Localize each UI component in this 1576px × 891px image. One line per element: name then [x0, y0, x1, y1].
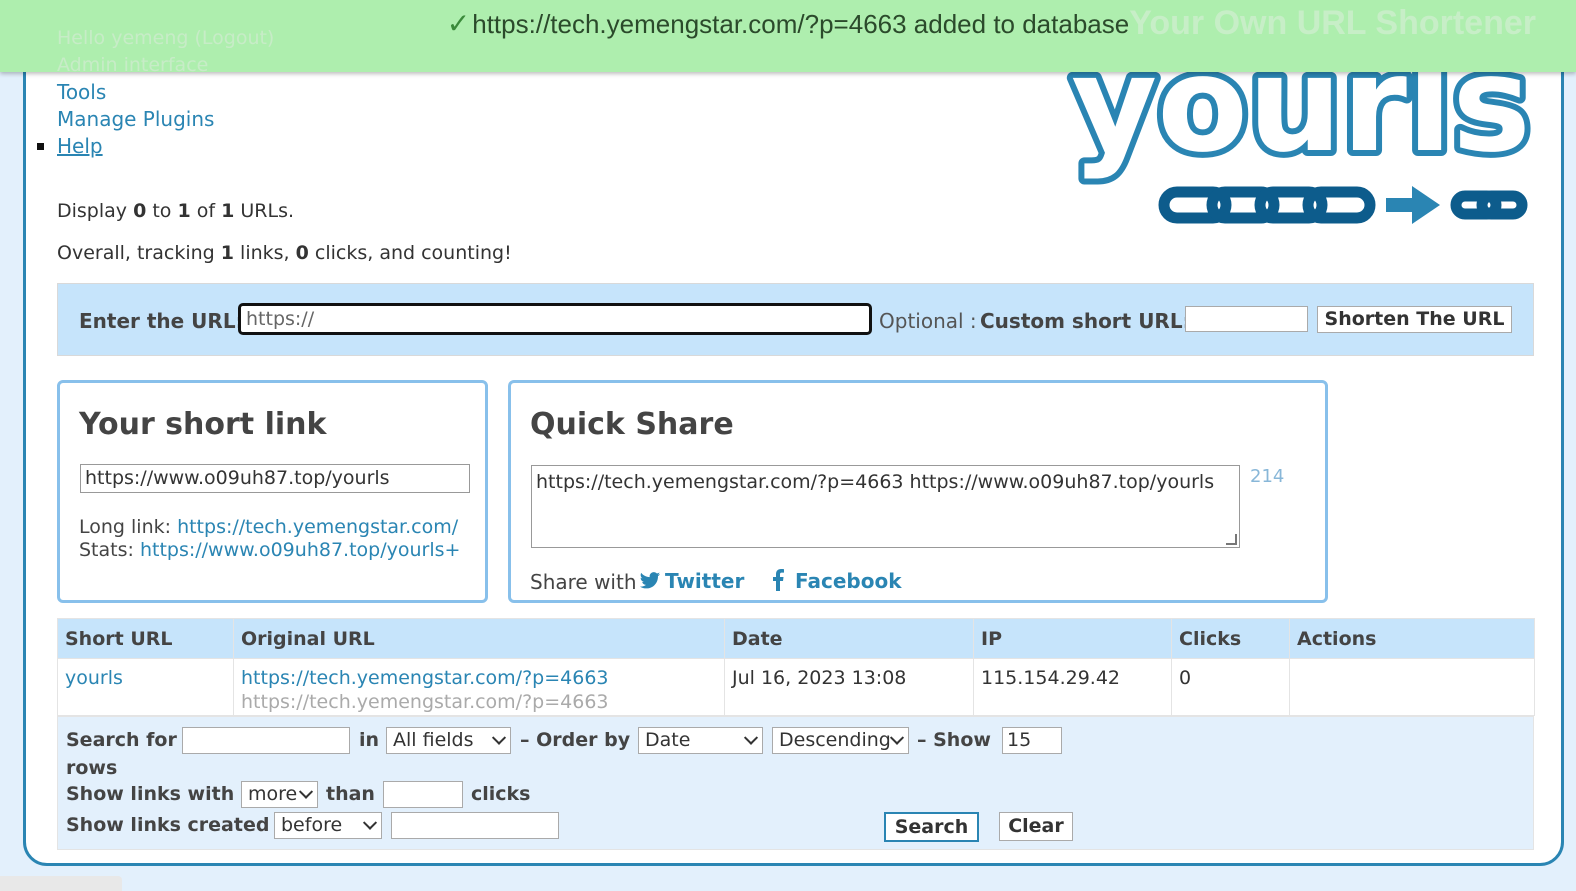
col-original-url[interactable]: Original URL	[233, 618, 725, 659]
col-ip[interactable]: IP	[973, 618, 1172, 659]
custom-short-url-label: Custom short URL:	[980, 309, 1191, 333]
click-compare-select[interactable]: more	[241, 781, 318, 808]
page-title: Your Own URL Shortener	[1129, 4, 1536, 42]
order-direction-select[interactable]: Descending	[772, 727, 909, 754]
show-links-with-label: Show links with	[66, 783, 235, 805]
short-url-field[interactable]: https://www.o09uh87.top/yourls	[80, 464, 470, 493]
show-links-created-label: Show links created	[66, 814, 270, 836]
quick-share-title: Quick Share	[530, 407, 734, 442]
show-label: – Show	[917, 729, 991, 751]
display-summary: Display 0 to 1 of 1 URLs.	[57, 200, 295, 222]
long-link-line: Long link: https://tech.yemengstar.com/	[79, 516, 459, 538]
short-link-title: Your short link	[79, 407, 327, 442]
twitter-icon	[639, 572, 661, 589]
short-link-panel: Your short link https://www.o09uh87.top/…	[57, 380, 488, 603]
ip-cell: 115.154.29.42	[973, 658, 1172, 716]
clicks-cell: 0	[1171, 658, 1290, 716]
admin-interface-link[interactable]: Admin interface	[57, 54, 208, 76]
status-bar	[0, 876, 122, 891]
col-date[interactable]: Date	[724, 618, 974, 659]
user-greeting[interactable]: Hello yemeng (Logout)	[57, 27, 274, 49]
nav-tools[interactable]: Tools	[57, 80, 106, 104]
clear-button[interactable]: Clear	[999, 812, 1073, 841]
long-link[interactable]: https://tech.yemengstar.com/	[177, 516, 458, 538]
col-actions: Actions	[1289, 618, 1535, 659]
search-field-select[interactable]: All fields	[386, 727, 511, 754]
stats-line: Stats: https://www.o09uh87.top/yourls+	[79, 539, 461, 561]
order-by-select[interactable]: Date	[638, 727, 763, 754]
char-counter: 214	[1250, 466, 1285, 487]
share-textarea[interactable]: https://tech.yemengstar.com/?p=4663 http…	[531, 465, 1240, 548]
actions-cell	[1289, 658, 1535, 716]
chevron-down-icon	[491, 730, 507, 745]
chevron-down-icon	[743, 730, 759, 745]
facebook-icon	[773, 569, 784, 591]
nav-help[interactable]: Help	[57, 134, 103, 158]
url-table: Short URL Original URL Date IP Clicks Ac…	[57, 618, 1535, 716]
search-button[interactable]: Search	[884, 812, 979, 842]
search-for-label: Search for	[66, 729, 177, 751]
overall-summary: Overall, tracking 1 links, 0 clicks, and…	[57, 242, 512, 264]
url-input[interactable]	[238, 303, 872, 335]
bullet-icon	[37, 143, 44, 150]
enter-url-label: Enter the URL:	[79, 309, 244, 333]
table-header-row: Short URL Original URL Date IP Clicks Ac…	[57, 618, 1535, 659]
table-row: yourls https://tech.yemengstar.com/?p=46…	[57, 658, 1535, 716]
col-short-url[interactable]: Short URL	[57, 618, 234, 659]
col-clicks[interactable]: Clicks	[1171, 618, 1290, 659]
show-count-input[interactable]: 15	[1002, 727, 1062, 754]
arrow-icon	[1386, 186, 1440, 224]
quick-share-panel: Quick Share https://tech.yemengstar.com/…	[508, 380, 1328, 603]
optional-label: Optional :	[879, 309, 977, 333]
search-text-input[interactable]	[182, 727, 350, 754]
chevron-down-icon	[362, 815, 378, 830]
chain-icon	[1158, 186, 1528, 224]
clicks-label: clicks	[471, 783, 531, 805]
short-url-link[interactable]: yourls	[65, 667, 123, 689]
clicks-count-input[interactable]	[383, 781, 463, 808]
notice-message: https://tech.yemengstar.com/?p=4663 adde…	[472, 9, 1130, 39]
rows-label: rows	[66, 757, 118, 779]
chevron-down-icon	[889, 730, 905, 745]
new-url-form: Enter the URL: Optional : Custom short U…	[57, 283, 1534, 356]
original-url-subtext: https://tech.yemengstar.com/?p=4663	[241, 691, 609, 713]
filter-form: Search for in All fields – Order by Date…	[57, 716, 1534, 850]
than-label: than	[326, 783, 375, 805]
share-facebook-link[interactable]: Facebook	[771, 569, 902, 593]
original-url-link[interactable]: https://tech.yemengstar.com/?p=4663	[241, 667, 609, 689]
date-cell: Jul 16, 2023 13:08	[724, 658, 974, 716]
stats-link[interactable]: https://www.o09uh87.top/yourls+	[140, 539, 460, 561]
custom-keyword-input[interactable]	[1185, 306, 1308, 332]
share-with-label: Share with	[530, 570, 637, 594]
created-compare-select[interactable]: before	[274, 812, 382, 839]
resize-handle-icon[interactable]	[1226, 534, 1237, 545]
nav-manage-plugins[interactable]: Manage Plugins	[57, 107, 214, 131]
chevron-down-icon	[298, 784, 314, 799]
created-date-input[interactable]	[391, 812, 559, 839]
shorten-url-button[interactable]: Shorten The URL	[1317, 306, 1512, 333]
order-by-label: – Order by	[520, 729, 631, 751]
share-twitter-link[interactable]: Twitter	[639, 569, 744, 593]
checkmark-icon: ✓	[446, 8, 471, 39]
in-label: in	[359, 729, 380, 751]
